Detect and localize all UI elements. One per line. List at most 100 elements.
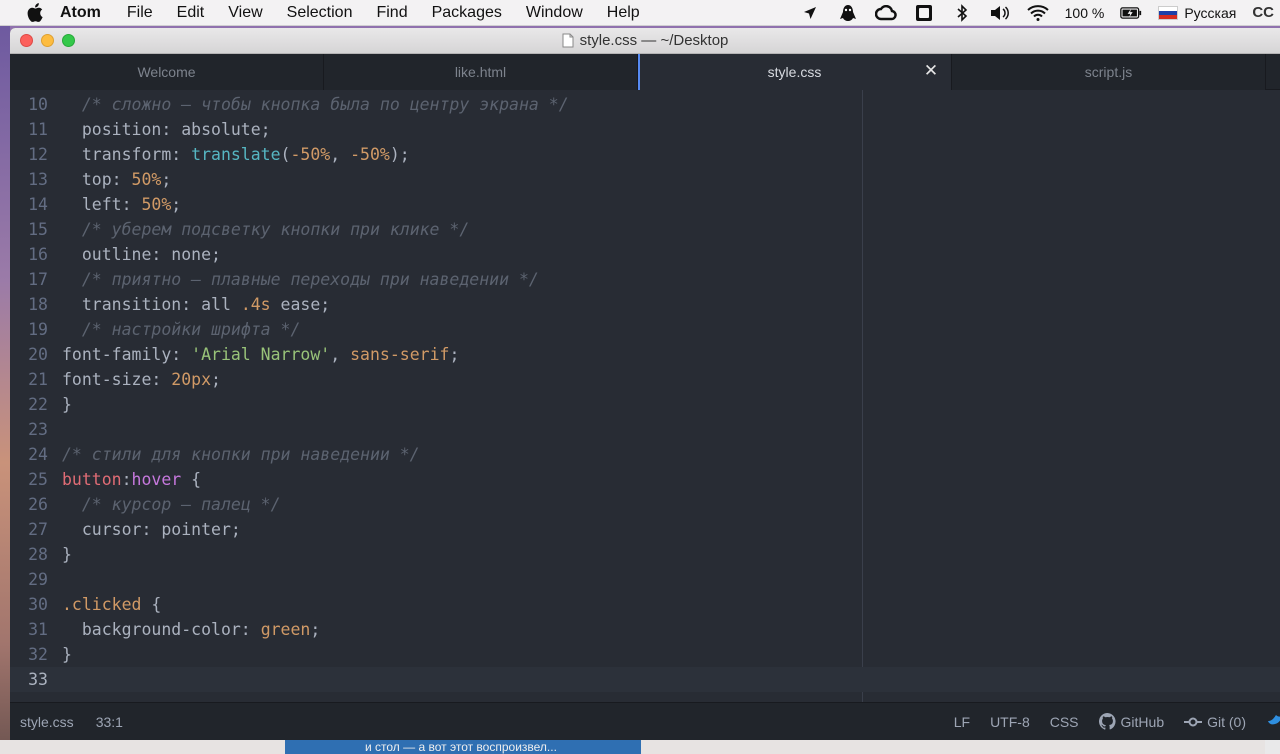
menu-selection[interactable]: Selection (287, 4, 353, 22)
line-code: outline: none; (62, 245, 221, 264)
code-line[interactable]: 17 /* приятно — плавные переходы при нав… (10, 267, 1280, 292)
line-code: font-size: 20px; (62, 370, 221, 389)
line-number: 24 (28, 445, 48, 464)
github-icon (1098, 713, 1116, 730)
wifi-icon[interactable] (1026, 3, 1049, 23)
russian-flag-icon (1158, 5, 1179, 20)
penguin-app-icon[interactable] (837, 3, 859, 23)
status-line-ending[interactable]: LF (954, 714, 970, 730)
code-line[interactable]: 15 /* уберем подсветку кнопки при клике … (10, 217, 1280, 242)
code-line[interactable]: 18 transition: all .4s ease; (10, 292, 1280, 317)
code-line[interactable]: 13 top: 50%; (10, 167, 1280, 192)
code-line[interactable]: 25 button:hover { (10, 467, 1280, 492)
atom-window: style.css — ~/Desktop Welcome like.html … (10, 28, 1280, 740)
window-zoom-button[interactable] (62, 34, 75, 47)
line-number: 28 (28, 545, 48, 564)
menu-packages[interactable]: Packages (432, 4, 502, 22)
code-line[interactable]: 23 (10, 417, 1280, 442)
menu-file[interactable]: File (127, 4, 153, 22)
code-line[interactable]: 11 position: absolute; (10, 117, 1280, 142)
menu-edit[interactable]: Edit (177, 4, 205, 22)
line-number: 16 (28, 245, 48, 264)
code-line[interactable]: 21 font-size: 20px; (10, 367, 1280, 392)
code-line[interactable]: 22} (10, 392, 1280, 417)
status-encoding[interactable]: UTF-8 (990, 714, 1030, 730)
code-line[interactable]: 32} (10, 642, 1280, 667)
code-line[interactable]: 29 (10, 567, 1280, 592)
line-number: 11 (28, 120, 48, 139)
bluetooth-icon[interactable] (951, 3, 973, 23)
code-line[interactable]: 28} (10, 542, 1280, 567)
git-panel-button[interactable]: Git (0) (1184, 714, 1246, 730)
tab-script-js[interactable]: script.js (952, 54, 1266, 90)
dashboard-app-icon[interactable] (913, 3, 935, 23)
code-line[interactable]: 10 /* сложно — чтобы кнопка была по цент… (10, 92, 1280, 117)
desktop-background (0, 26, 10, 754)
apple-icon[interactable] (24, 3, 46, 23)
title-bar[interactable]: style.css — ~/Desktop (10, 28, 1280, 54)
menu-find[interactable]: Find (376, 4, 407, 22)
battery-percent[interactable]: 100 % (1065, 5, 1105, 21)
line-code: /* настройки шрифта */ (81, 320, 301, 339)
line-number: 22 (28, 395, 48, 414)
line-number: 32 (28, 645, 48, 664)
line-code: } (62, 645, 72, 664)
line-code: } (62, 395, 72, 414)
code-line[interactable]: 20 font-family: 'Arial Narrow', sans-seri… (10, 342, 1280, 367)
code-line[interactable]: 30 .clicked { (10, 592, 1280, 617)
tab-label: Welcome (137, 64, 196, 80)
menu-window[interactable]: Window (526, 4, 583, 22)
tab-like-html[interactable]: like.html (324, 54, 638, 90)
location-arrow-icon[interactable] (799, 3, 821, 23)
window-minimize-button[interactable] (41, 34, 54, 47)
line-number: 30 (28, 595, 48, 614)
code-line[interactable]: 33 (10, 667, 1280, 692)
line-number: 29 (28, 570, 48, 589)
tab-label: like.html (454, 64, 507, 80)
line-number: 13 (28, 170, 48, 189)
github-label: GitHub (1120, 713, 1165, 730)
status-cursor-position[interactable]: 33:1 (96, 714, 123, 730)
line-number: 26 (28, 495, 48, 514)
cc-status[interactable]: CC (1252, 4, 1274, 21)
line-code: cursor: pointer; (62, 520, 241, 539)
close-icon[interactable]: ✕ (923, 62, 939, 79)
line-number: 18 (28, 295, 48, 314)
code-editor[interactable]: 10 /* сложно — чтобы кнопка была по цент… (10, 90, 1280, 702)
github-panel-button[interactable]: GitHub (1098, 713, 1165, 730)
menu-bar: Atom File Edit View Selection Find Packa… (0, 0, 1280, 26)
menu-help[interactable]: Help (607, 4, 640, 22)
bird-icon[interactable] (1266, 711, 1280, 732)
tab-label: script.js (1084, 64, 1133, 80)
git-commit-icon (1184, 717, 1203, 726)
code-line[interactable]: 31 background-color: green; (10, 617, 1280, 642)
line-number: 14 (28, 195, 48, 214)
status-grammar[interactable]: CSS (1050, 714, 1079, 730)
line-number: 25 (28, 470, 48, 489)
input-language-label: Русская (1184, 4, 1237, 21)
code-line[interactable]: 14 left: 50%; (10, 192, 1280, 217)
code-line[interactable]: 12 transform: translate(-50%, -50%); (10, 142, 1280, 167)
code-line[interactable]: 24 /* стили для кнопки при наведении */ (10, 442, 1280, 467)
window-close-button[interactable] (20, 34, 33, 47)
line-number: 20 (28, 345, 48, 364)
creative-cloud-icon[interactable] (874, 3, 897, 23)
menu-app-atom[interactable]: Atom (60, 4, 101, 22)
line-code: transition: all .4s ease; (62, 295, 331, 314)
line-number: 21 (28, 370, 48, 389)
code-line[interactable]: 26 /* курсор — палец */ (10, 492, 1280, 517)
volume-icon[interactable] (989, 3, 1011, 23)
code-line[interactable]: 27 cursor: pointer; (10, 517, 1280, 542)
line-code: position: absolute; (62, 120, 271, 139)
tab-style-css[interactable]: style.css ✕ (638, 54, 952, 90)
battery-charging-icon[interactable] (1120, 3, 1142, 23)
line-number: 31 (28, 620, 48, 639)
line-number: 23 (28, 420, 48, 439)
code-line[interactable]: 19 /* настройки шрифта */ (10, 317, 1280, 342)
input-language[interactable]: Русская (1158, 5, 1236, 21)
status-file-name[interactable]: style.css (20, 714, 74, 730)
status-bar: style.css 33:1 LF UTF-8 CSS GitHub Git (… (10, 702, 1280, 740)
code-line[interactable]: 16 outline: none; (10, 242, 1280, 267)
menu-view[interactable]: View (228, 4, 262, 22)
tab-welcome[interactable]: Welcome (10, 54, 324, 90)
